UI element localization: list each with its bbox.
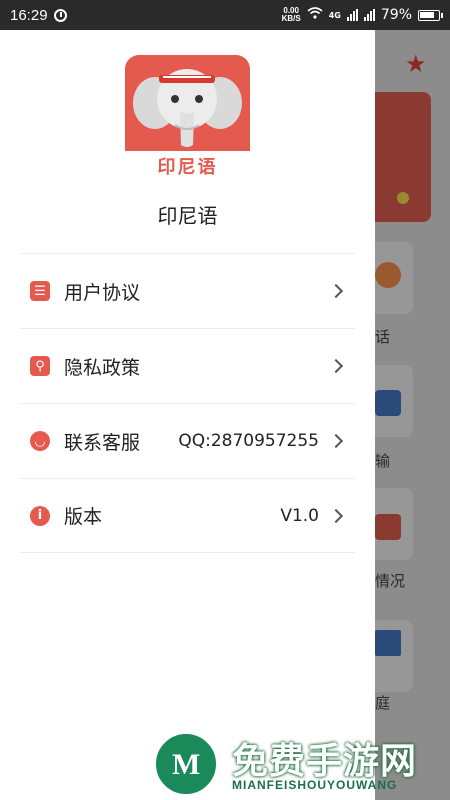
- menu-item-label: 联系客服: [64, 431, 141, 454]
- menu-item-contact-support[interactable]: ◡ 联系客服 QQ:2870957255: [20, 403, 355, 478]
- app-name: 印尼语: [157, 204, 218, 228]
- chevron-right-icon: [328, 358, 344, 374]
- network-type: 4G: [328, 10, 341, 20]
- signal-icon: [346, 9, 358, 21]
- lock-icon: ⚲: [30, 356, 50, 376]
- background-card: [375, 92, 431, 222]
- watermark-subtext: MIANFEISHOUYOUWANG: [232, 778, 398, 792]
- alarm-icon: [53, 8, 67, 22]
- drawer-menu: ☰ 用户协议 ⚲ 隐私政策 ◡ 联系客服 QQ:2870957255 i 版本 …: [20, 253, 355, 553]
- watermark: M 免费手游网 MIANFEISHOUYOUWANG: [152, 730, 450, 800]
- elephant-icon: [133, 69, 242, 147]
- background-label: 话: [375, 328, 391, 346]
- background-label: 情况: [375, 572, 406, 590]
- watermark-text: 免费手游网: [232, 741, 418, 782]
- signal-2-icon: [363, 9, 375, 21]
- menu-item-value: QQ:2870957255: [178, 431, 319, 451]
- background-app[interactable]: ★ 话 输 情况 庭: [375, 30, 450, 800]
- logo-badge: [125, 55, 250, 151]
- ambulance-icon: [375, 514, 401, 540]
- logo-text: 印尼语: [157, 157, 218, 178]
- menu-item-user-agreement[interactable]: ☰ 用户协议: [20, 253, 355, 328]
- status-icons: 0.00 KB/S 4G 79%: [281, 6, 443, 23]
- navigation-drawer: 印尼语 印尼语 ☰ 用户协议 ⚲ 隐私政策 ◡ 联系客服 QQ:28709572…: [0, 30, 375, 800]
- background-label: 输: [375, 452, 391, 470]
- watermark-logo: M: [152, 730, 220, 798]
- menu-item-privacy-policy[interactable]: ⚲ 隐私政策: [20, 328, 355, 403]
- battery-percent: 79%: [380, 7, 412, 23]
- document-icon: ☰: [30, 281, 50, 301]
- wifi-icon: [307, 7, 323, 23]
- menu-item-version[interactable]: i 版本 V1.0: [20, 478, 355, 553]
- chevron-right-icon: [328, 508, 344, 523]
- menu-item-label: 用户协议: [64, 281, 141, 304]
- chat-bubble-icon: [375, 262, 401, 288]
- clock: 16:29: [10, 6, 48, 24]
- info-icon: i: [30, 505, 50, 526]
- menu-item-label: 隐私政策: [64, 356, 141, 379]
- menu-item-label: 版本: [64, 506, 103, 528]
- app-logo: 印尼语: [125, 55, 250, 178]
- truck-icon: [375, 390, 401, 416]
- menu-item-value: V1.0: [280, 505, 319, 526]
- chevron-right-icon: [328, 283, 344, 299]
- chevron-right-icon: [328, 433, 344, 449]
- net-speed: 0.00 KB/S: [281, 6, 301, 23]
- star-icon: ★: [405, 50, 427, 78]
- background-label: 庭: [375, 694, 391, 712]
- coin-icon: [397, 192, 409, 204]
- chat-icon: ◡: [30, 431, 50, 451]
- house-icon: [375, 630, 401, 656]
- battery-icon: [418, 9, 443, 21]
- status-bar: 16:29 0.00 KB/S 4G 79%: [0, 0, 450, 30]
